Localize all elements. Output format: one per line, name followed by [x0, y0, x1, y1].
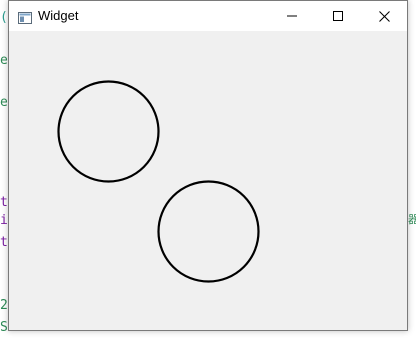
- code-fragment: 2: [0, 298, 8, 313]
- title-bar[interactable]: Widget: [9, 1, 407, 31]
- code-fragment: e: [0, 53, 8, 68]
- minimize-icon: [287, 15, 297, 17]
- code-fragment: i: [0, 213, 8, 228]
- maximize-icon: [333, 11, 343, 21]
- canvas-surface: [57, 80, 260, 283]
- code-fragment: 器: [408, 213, 416, 226]
- minimize-button[interactable]: [269, 1, 315, 31]
- qt-window-icon: [18, 9, 32, 24]
- close-button[interactable]: [361, 1, 407, 31]
- circle-2: [157, 180, 260, 283]
- code-fragment: t: [0, 235, 8, 250]
- code-fragment: e: [0, 95, 8, 110]
- maximize-button[interactable]: [315, 1, 361, 31]
- drawing-canvas: [9, 31, 407, 330]
- window-title: Widget: [38, 8, 79, 23]
- code-fragment: (: [0, 10, 8, 25]
- code-fragment: t: [0, 195, 8, 210]
- close-icon: [378, 10, 390, 22]
- code-fragment: S: [0, 320, 8, 335]
- widget-window: Widget: [8, 0, 408, 331]
- circle-1: [57, 80, 160, 183]
